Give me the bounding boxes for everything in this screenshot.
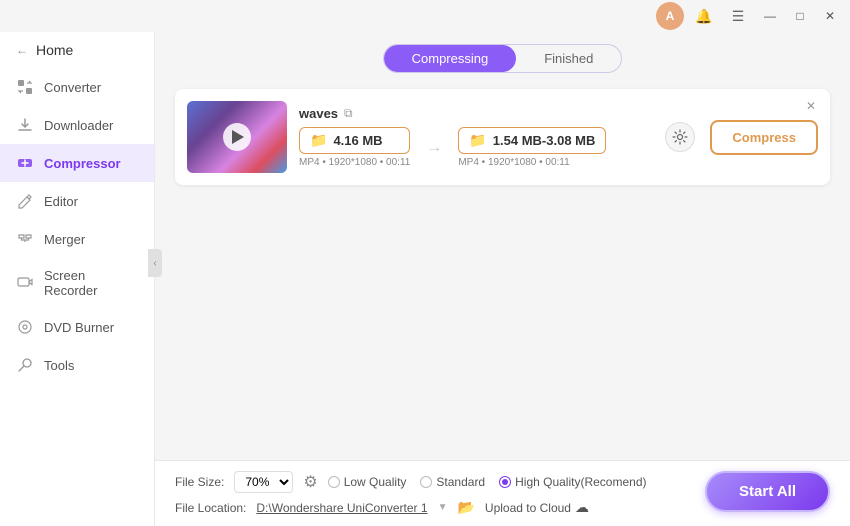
settings-area — [662, 122, 698, 152]
file-name: waves — [299, 106, 338, 121]
play-button[interactable] — [223, 123, 251, 151]
location-path-button[interactable]: D:\Wondershare UniConverter 1 — [256, 501, 427, 515]
path-dropdown-icon[interactable]: ▼ — [438, 502, 448, 513]
home-label: Home — [36, 42, 73, 58]
close-button[interactable]: ✕ — [818, 4, 842, 28]
original-size-box: 📁 4.16 MB — [299, 127, 410, 154]
titlebar-controls: A 🔔 ☰ — □ ✕ — [656, 2, 842, 30]
titlebar: A 🔔 ☰ — □ ✕ — [0, 0, 850, 32]
back-arrow-icon: ← — [16, 43, 28, 57]
quality-settings-icon[interactable]: ⚙ — [303, 472, 317, 492]
radio-high-circle — [499, 476, 511, 488]
quality-low[interactable]: Low Quality — [328, 475, 407, 489]
quality-low-label: Low Quality — [344, 475, 407, 489]
original-size-section: 📁 4.16 MB MP4 • 1920*1080 • 00:11 — [299, 127, 410, 168]
sidebar-item-merger[interactable]: Merger — [0, 220, 154, 258]
file-size-label: File Size: — [175, 475, 224, 489]
sidebar-item-downloader[interactable]: Downloader — [0, 106, 154, 144]
play-triangle-icon — [232, 130, 244, 144]
sidebar-item-editor[interactable]: Editor — [0, 182, 154, 220]
quality-high[interactable]: High Quality(Recomend) — [499, 475, 646, 489]
target-size-section: 📁 1.54 MB-3.08 MB MP4 • 1920*1080 • 00:1… — [458, 127, 606, 168]
target-meta: MP4 • 1920*1080 • 00:11 — [458, 157, 606, 168]
compress-button[interactable]: Compress — [710, 120, 818, 155]
start-all-container: Start All — [705, 471, 830, 512]
menu-icon[interactable]: ☰ — [724, 2, 752, 30]
sidebar-item-converter[interactable]: Converter — [0, 68, 154, 106]
sidebar-item-dvd-burner[interactable]: DVD Burner — [0, 308, 154, 346]
compressor-label: Compressor — [44, 156, 121, 171]
tab-compressing[interactable]: Compressing — [384, 45, 517, 72]
file-card-close-button[interactable]: ✕ — [802, 97, 820, 115]
notification-icon[interactable]: 🔔 — [690, 2, 718, 30]
original-meta: MP4 • 1920*1080 • 00:11 — [299, 157, 410, 168]
target-size-value: 1.54 MB-3.08 MB — [493, 133, 596, 148]
file-info: waves ⧉ 📁 4.16 MB MP4 • 1920*1080 • 00:1… — [299, 106, 650, 168]
upload-cloud-area[interactable]: Upload to Cloud ☁ — [485, 499, 589, 516]
bottom-bar: File Size: 70% ⚙ Low Quality Standard — [155, 460, 850, 526]
file-link-icon[interactable]: ⧉ — [344, 106, 353, 121]
folder-icon: 📁 — [310, 132, 327, 149]
converter-label: Converter — [44, 80, 101, 95]
quality-standard[interactable]: Standard — [420, 475, 485, 489]
downloader-label: Downloader — [44, 118, 113, 133]
settings-button[interactable] — [665, 122, 695, 152]
tab-finished[interactable]: Finished — [516, 45, 621, 72]
file-name-row: waves ⧉ — [299, 106, 650, 121]
upload-cloud-label: Upload to Cloud — [485, 501, 571, 515]
sidebar-collapse-handle[interactable]: ‹ — [148, 249, 162, 277]
converter-icon — [16, 78, 34, 96]
dvd-burner-icon — [16, 318, 34, 336]
main-area: Compressing Finished ✕ waves ⧉ — [155, 0, 850, 526]
screen-recorder-icon — [16, 274, 34, 292]
quality-high-label: High Quality(Recomend) — [515, 475, 646, 489]
open-folder-icon[interactable]: 📂 — [457, 499, 474, 516]
radio-low-circle — [328, 476, 340, 488]
target-size-box[interactable]: 📁 1.54 MB-3.08 MB — [458, 127, 606, 154]
sidebar-item-compressor[interactable]: Compressor — [0, 144, 154, 182]
sidebar-item-tools[interactable]: Tools — [0, 346, 154, 384]
size-percent-select[interactable]: 70% — [234, 471, 293, 493]
original-size-value: 4.16 MB — [333, 133, 382, 148]
cloud-icon: ☁ — [575, 499, 589, 516]
minimize-button[interactable]: — — [758, 4, 782, 28]
merger-icon — [16, 230, 34, 248]
target-folder-icon: 📁 — [469, 132, 486, 149]
quality-radio-group: Low Quality Standard High Quality(Recome… — [328, 475, 647, 489]
editor-label: Editor — [44, 194, 78, 209]
sidebar-item-screen-recorder[interactable]: Screen Recorder — [0, 258, 154, 308]
screen-recorder-label: Screen Recorder — [44, 268, 138, 298]
file-location-label: File Location: — [175, 501, 246, 515]
sidebar-home[interactable]: ← Home — [0, 32, 154, 68]
maximize-button[interactable]: □ — [788, 4, 812, 28]
quality-standard-label: Standard — [436, 475, 485, 489]
downloader-icon — [16, 116, 34, 134]
arrow-separator: → — [426, 139, 442, 157]
size-row: 📁 4.16 MB MP4 • 1920*1080 • 00:11 → 📁 1.… — [299, 127, 650, 168]
file-card: ✕ waves ⧉ 📁 4 — [175, 89, 830, 185]
sidebar: ← Home Converter Downloader — [0, 0, 155, 526]
tab-group: Compressing Finished — [383, 44, 623, 73]
merger-label: Merger — [44, 232, 85, 247]
radio-high-inner — [502, 479, 508, 485]
content-area: ✕ waves ⧉ 📁 4 — [155, 81, 850, 460]
editor-icon — [16, 192, 34, 210]
radio-standard-circle — [420, 476, 432, 488]
tools-label: Tools — [44, 358, 74, 373]
avatar-icon[interactable]: A — [656, 2, 684, 30]
video-thumbnail[interactable] — [187, 101, 287, 173]
compressor-icon — [16, 154, 34, 172]
dvd-burner-label: DVD Burner — [44, 320, 114, 335]
tab-bar: Compressing Finished — [155, 32, 850, 81]
start-all-button[interactable]: Start All — [705, 471, 830, 512]
tools-icon — [16, 356, 34, 374]
